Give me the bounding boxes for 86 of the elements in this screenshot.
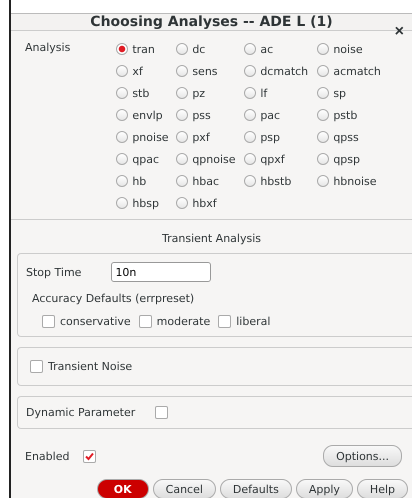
radio-button[interactable] bbox=[244, 131, 256, 143]
radio-label: noise bbox=[333, 42, 363, 56]
radio-button[interactable] bbox=[317, 65, 330, 77]
radio-button[interactable] bbox=[116, 153, 128, 165]
radio-button[interactable] bbox=[176, 175, 188, 187]
radio-label: sp bbox=[333, 86, 346, 100]
checkbox-label: Transient Noise bbox=[48, 360, 132, 373]
checkbox[interactable] bbox=[30, 360, 43, 373]
radio-button[interactable] bbox=[176, 65, 188, 77]
radio-label: hb bbox=[132, 174, 146, 188]
checkbox-label: liberal bbox=[236, 315, 270, 328]
checkbox-label: Dynamic Parameter bbox=[26, 406, 136, 419]
window-title: Choosing Analyses -- ADE L (1) bbox=[90, 14, 333, 30]
checkbox-label: conservative bbox=[60, 315, 131, 328]
accuracy-label: Accuracy Defaults (errpreset) bbox=[32, 292, 194, 305]
radio-label: qpnoise bbox=[192, 152, 236, 166]
checkbox[interactable] bbox=[138, 315, 152, 328]
radio-button[interactable] bbox=[244, 43, 256, 55]
radio-button[interactable] bbox=[244, 175, 256, 187]
radio-button[interactable] bbox=[176, 87, 188, 99]
dialog-button[interactable]: Defaults bbox=[220, 479, 292, 498]
analysis-label: Analysis bbox=[25, 41, 70, 56]
dialog-button[interactable]: Apply bbox=[296, 479, 353, 498]
radio-label: dcmatch bbox=[260, 64, 308, 78]
radio-button[interactable] bbox=[176, 153, 188, 165]
radio-button[interactable] bbox=[317, 43, 330, 55]
checkbox-label: Enabled bbox=[25, 450, 70, 462]
radio-button[interactable] bbox=[116, 197, 128, 209]
check-icon bbox=[85, 452, 94, 460]
radio-button[interactable] bbox=[244, 65, 256, 77]
radio-button[interactable] bbox=[317, 87, 330, 99]
radio-label: pss bbox=[192, 108, 211, 122]
radio-button[interactable] bbox=[317, 175, 330, 187]
radio-button[interactable] bbox=[116, 65, 128, 77]
radio-label: hbac bbox=[192, 174, 220, 188]
radio-button[interactable] bbox=[317, 131, 330, 143]
radio-label: pac bbox=[260, 108, 280, 122]
radio-label: hbxf bbox=[192, 196, 217, 210]
radio-label: lf bbox=[260, 86, 268, 100]
radio-button[interactable] bbox=[116, 43, 128, 55]
checkbox[interactable] bbox=[42, 315, 55, 328]
radio-label: xf bbox=[132, 64, 143, 78]
radio-button[interactable] bbox=[116, 131, 128, 143]
radio-label: qpac bbox=[132, 152, 160, 166]
radio-label: pstb bbox=[333, 108, 358, 122]
radio-label: sens bbox=[192, 64, 218, 78]
radio-button[interactable] bbox=[116, 175, 128, 187]
radio-button[interactable] bbox=[176, 109, 188, 121]
radio-label: pnoise bbox=[132, 130, 169, 144]
dialog-button[interactable]: Cancel bbox=[152, 479, 216, 498]
radio-label: stb bbox=[132, 86, 150, 100]
radio-button[interactable] bbox=[317, 153, 330, 165]
radio-label: pxf bbox=[192, 130, 210, 144]
radio-button[interactable] bbox=[176, 43, 188, 55]
radio-button[interactable] bbox=[317, 109, 330, 121]
radio-button[interactable] bbox=[244, 87, 256, 99]
radio-label: ac bbox=[260, 42, 274, 56]
radio-label: hbsp bbox=[132, 196, 159, 210]
radio-label: qpss bbox=[333, 130, 359, 144]
radio-button[interactable] bbox=[176, 197, 188, 209]
checkbox[interactable] bbox=[218, 315, 232, 328]
radio-label: pz bbox=[192, 86, 206, 100]
radio-label: hbnoise bbox=[333, 174, 377, 188]
close-button[interactable]: × bbox=[390, 23, 408, 41]
stop-time-label: Stop Time bbox=[26, 266, 82, 278]
radio-label: psp bbox=[260, 130, 280, 144]
radio-label: envlp bbox=[132, 108, 163, 122]
radio-label: qpxf bbox=[260, 152, 285, 166]
radio-button[interactable] bbox=[116, 109, 128, 121]
checkbox-label: moderate bbox=[156, 315, 210, 328]
radio-label: qpsp bbox=[333, 152, 360, 166]
options-button[interactable]: Options... bbox=[323, 445, 402, 467]
ok-button[interactable]: OK bbox=[96, 479, 149, 498]
radio-button[interactable] bbox=[116, 87, 128, 99]
radio-label: hbstb bbox=[260, 174, 292, 188]
checkbox[interactable] bbox=[155, 406, 168, 419]
stop-time-field[interactable]: 10n bbox=[111, 262, 212, 282]
radio-button[interactable] bbox=[244, 109, 256, 121]
checkbox[interactable] bbox=[83, 450, 96, 462]
section-title: Transient Analysis bbox=[162, 232, 261, 245]
radio-button[interactable] bbox=[176, 131, 188, 143]
radio-label: tran bbox=[132, 42, 155, 56]
radio-label: dc bbox=[192, 42, 206, 56]
radio-button[interactable] bbox=[244, 153, 256, 165]
radio-label: acmatch bbox=[333, 64, 381, 78]
dialog-button[interactable]: Help bbox=[356, 479, 408, 498]
